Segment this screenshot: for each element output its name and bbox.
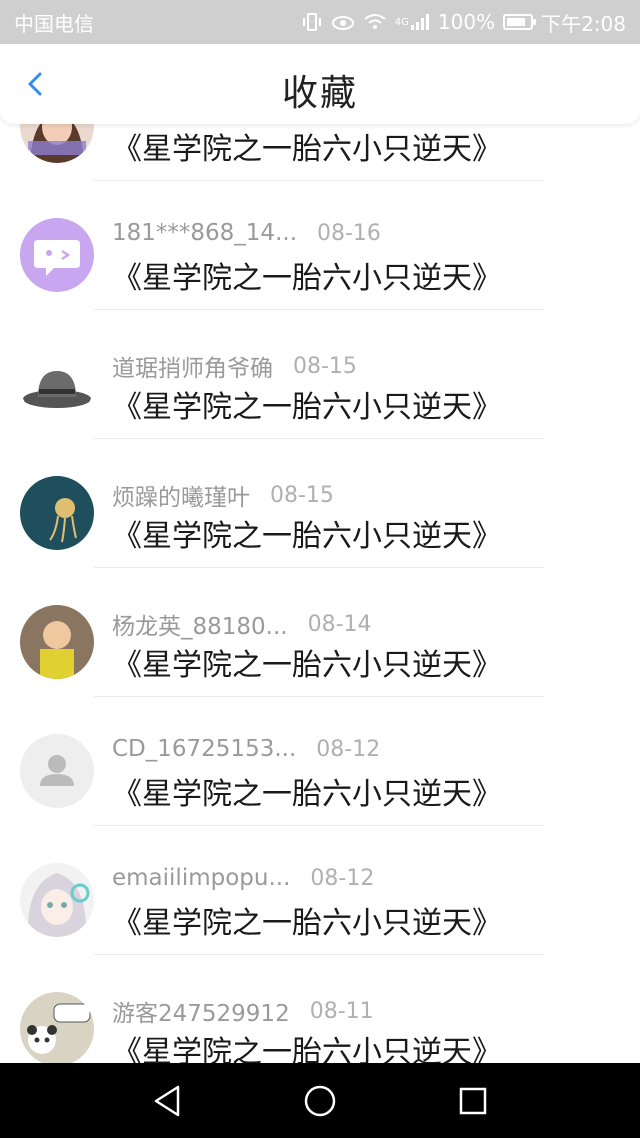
username: CD_16725153... <box>112 736 297 762</box>
date: 08-15 <box>293 353 357 379</box>
clock: 下午2:08 <box>541 11 626 36</box>
nav-home-button[interactable] <box>300 1081 340 1121</box>
status-bar: 中国电信 4G 100% 下午2:08 <box>0 0 640 44</box>
avatar[interactable] <box>20 476 94 550</box>
avatar[interactable] <box>20 218 94 292</box>
list-item[interactable]: 杨龙英_88180... 08-14 《星学院之一胎六小只逆天》 <box>0 568 640 697</box>
list-item[interactable]: 181***868_14... 08-16 《星学院之一胎六小只逆天》 <box>0 181 640 310</box>
nav-back-icon <box>154 1085 179 1116</box>
book-title[interactable]: 《星学院之一胎六小只逆天》 <box>112 1027 502 1063</box>
navigation-bar <box>0 1063 640 1138</box>
item-meta: emaiilimpopu... 08-12 <box>112 865 374 891</box>
username: emaiilimpopu... <box>112 865 291 891</box>
battery-icon <box>503 14 537 30</box>
item-meta: 道琚捎师角爷确 08-15 <box>112 349 357 383</box>
avatar[interactable] <box>20 124 94 163</box>
list-item[interactable]: 游客247529912 08-11 《星学院之一胎六小只逆天》 <box>0 955 640 1063</box>
book-title[interactable]: 《星学院之一胎六小只逆天》 <box>112 382 502 426</box>
date: 08-14 <box>307 611 372 637</box>
date: 08-15 <box>270 482 334 508</box>
date: 08-11 <box>309 998 374 1024</box>
book-title[interactable]: 《星学院之一胎六小只逆天》 <box>112 640 502 684</box>
list-item[interactable]: 天边三色彩解动08-16《星学院之一胎六小只逆天》 <box>0 124 640 181</box>
page-title: 收藏 <box>281 73 358 114</box>
avatar[interactable] <box>20 347 94 421</box>
nav-recents-icon <box>460 1087 487 1114</box>
eye-icon <box>331 11 355 33</box>
item-meta: 杨龙英_88180... 08-14 <box>112 607 372 641</box>
username: 烦躁的曦瑾叶 <box>112 485 250 511</box>
header-bar: 收藏 <box>0 44 640 124</box>
item-meta: 游客247529912 08-11 <box>112 994 374 1028</box>
wifi-icon <box>363 11 387 33</box>
carrier-label: 中国电信 <box>14 11 94 36</box>
network-type: 4G <box>394 16 409 28</box>
book-title[interactable]: 《星学院之一胎六小只逆天》 <box>112 124 502 168</box>
book-title[interactable]: 《星学院之一胎六小只逆天》 <box>112 511 502 555</box>
list-item[interactable]: 道琚捎师角爷确 08-15 《星学院之一胎六小只逆天》 <box>0 310 640 439</box>
item-meta: 烦躁的曦瑾叶 08-15 <box>112 478 334 512</box>
avatar[interactable] <box>20 992 94 1063</box>
list-item[interactable]: 烦躁的曦瑾叶 08-15 《星学院之一胎六小只逆天》 <box>0 439 640 568</box>
username: 杨龙英_88180... <box>112 614 288 640</box>
book-title[interactable]: 《星学院之一胎六小只逆天》 <box>112 769 502 813</box>
vibrate-icon <box>301 11 323 33</box>
item-meta: 181***868_14... 08-16 <box>112 220 381 246</box>
username: 道琚捎师角爷确 <box>112 356 273 382</box>
nav-back-button[interactable] <box>147 1081 187 1121</box>
book-title[interactable]: 《星学院之一胎六小只逆天》 <box>112 253 502 297</box>
favorites-list[interactable]: 天边三色彩解动08-16《星学院之一胎六小只逆天》181***868_14...… <box>0 124 640 1063</box>
avatar[interactable] <box>20 605 94 679</box>
date: 08-12 <box>316 736 381 762</box>
date: 08-16 <box>317 220 381 246</box>
avatar[interactable] <box>20 863 94 937</box>
signal-icon: 4G <box>395 11 430 33</box>
date: 08-12 <box>310 865 375 891</box>
book-title[interactable]: 《星学院之一胎六小只逆天》 <box>112 898 502 942</box>
username: 181***868_14... <box>112 220 297 246</box>
nav-home-icon <box>304 1085 336 1116</box>
battery-percent: 100% <box>437 10 496 34</box>
item-meta: CD_16725153... 08-12 <box>112 736 380 762</box>
nav-recents-button[interactable] <box>453 1081 493 1121</box>
username: 游客247529912 <box>112 1001 290 1027</box>
list-item[interactable]: CD_16725153... 08-12 《星学院之一胎六小只逆天》 <box>0 697 640 826</box>
list-item[interactable]: emaiilimpopu... 08-12 《星学院之一胎六小只逆天》 <box>0 826 640 955</box>
avatar[interactable] <box>20 734 94 808</box>
